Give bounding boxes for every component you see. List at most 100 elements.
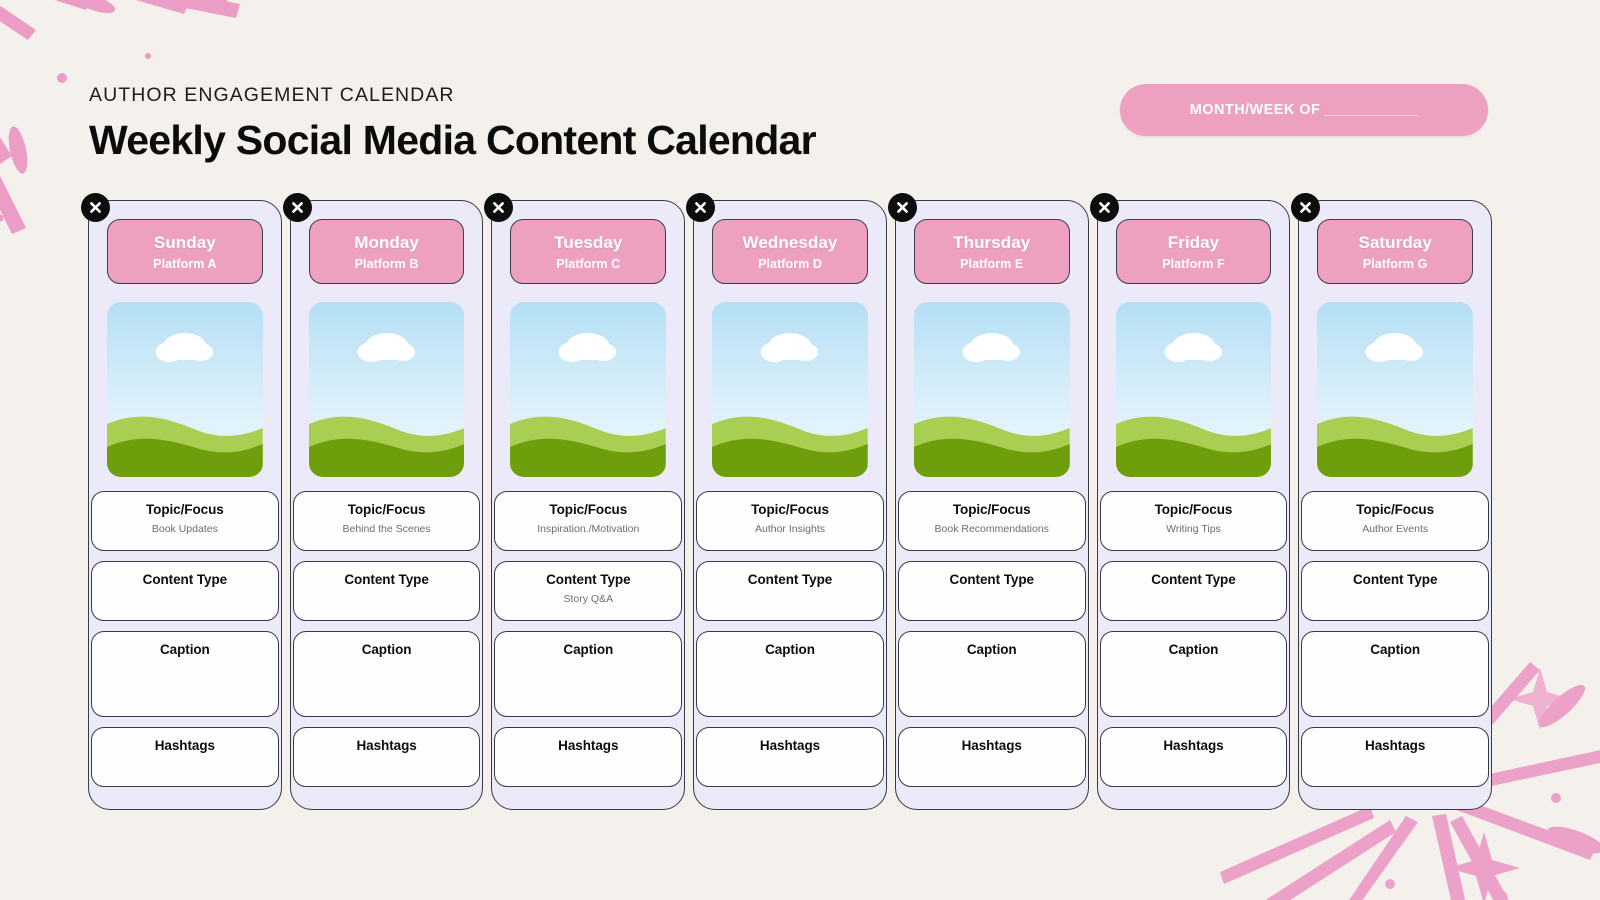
topic-focus-field[interactable]: Topic/Focus Author Events xyxy=(1301,491,1490,551)
topic-focus-value: Book Updates xyxy=(151,523,218,535)
hashtags-label: Hashtags xyxy=(961,738,1022,753)
topic-focus-field[interactable]: Topic/Focus Book Updates xyxy=(91,491,279,551)
caption-field[interactable]: Caption xyxy=(91,631,279,717)
caption-label: Caption xyxy=(765,642,815,657)
topic-focus-field[interactable]: Topic/Focus Behind the Scenes xyxy=(292,491,481,551)
post-image-placeholder[interactable] xyxy=(913,302,1070,477)
caption-label: Caption xyxy=(563,642,614,657)
topic-focus-value: Author Events xyxy=(1362,523,1429,535)
day-fields: Topic/Focus Author Insights Content Type… xyxy=(694,491,886,787)
content-type-field[interactable]: Content Type xyxy=(292,561,481,621)
topic-focus-label: Topic/Focus xyxy=(549,502,628,517)
landscape-placeholder-image xyxy=(712,302,868,477)
hashtags-field[interactable]: Hashtags xyxy=(696,727,884,787)
content-type-label: Content Type xyxy=(142,572,228,587)
day-fields: Topic/Focus Book Updates Content Type Ca… xyxy=(89,491,281,787)
header-eyebrow: AUTHOR ENGAGEMENT CALENDAR xyxy=(89,84,455,106)
day-header: Sunday Platform A xyxy=(107,219,263,284)
landscape-placeholder-image xyxy=(913,302,1070,477)
caption-field[interactable]: Caption xyxy=(897,631,1086,717)
content-type-label: Content Type xyxy=(747,572,833,587)
content-type-field[interactable]: Content Type xyxy=(1301,561,1490,621)
close-icon[interactable] xyxy=(1089,193,1119,222)
close-icon[interactable] xyxy=(282,193,312,222)
post-image-placeholder[interactable] xyxy=(1317,302,1474,477)
post-image-placeholder[interactable] xyxy=(107,302,263,477)
page-header: AUTHOR ENGAGEMENT CALENDAR Weekly Social… xyxy=(89,84,817,164)
hashtags-field[interactable]: Hashtags xyxy=(1099,727,1288,787)
topic-focus-label: Topic/Focus xyxy=(1356,502,1435,517)
topic-focus-value: Writing Tips xyxy=(1166,523,1221,535)
hashtags-label: Hashtags xyxy=(1163,738,1224,753)
topic-focus-value: Author Insights xyxy=(754,523,826,535)
day-header: Wednesday Platform D xyxy=(712,219,868,284)
day-name: Sunday xyxy=(153,232,216,252)
close-icon[interactable] xyxy=(887,193,917,222)
page-title: Weekly Social Media Content Calendar xyxy=(89,117,817,163)
day-card[interactable]: Sunday Platform A Topic/Focus Book Updat… xyxy=(81,193,282,810)
month-week-pill[interactable]: MONTH/WEEK OF ___________ xyxy=(1120,84,1488,136)
day-header: Thursday Platform E xyxy=(913,219,1070,284)
platform-label: Platform D xyxy=(758,256,822,271)
close-icon[interactable] xyxy=(484,193,514,222)
caption-label: Caption xyxy=(1370,642,1421,657)
hashtags-field[interactable]: Hashtags xyxy=(1301,727,1490,787)
topic-focus-field[interactable]: Topic/Focus Inspiration./Motivation xyxy=(494,491,683,551)
caption-field[interactable]: Caption xyxy=(494,631,683,717)
hashtags-label: Hashtags xyxy=(154,738,215,753)
close-icon[interactable] xyxy=(81,193,110,222)
platform-label: Platform B xyxy=(354,256,419,271)
topic-focus-label: Topic/Focus xyxy=(952,502,1031,517)
caption-field[interactable]: Caption xyxy=(696,631,884,717)
landscape-placeholder-image xyxy=(308,302,465,477)
hashtags-label: Hashtags xyxy=(759,738,821,753)
day-name: Wednesday xyxy=(742,232,838,252)
post-image-placeholder[interactable] xyxy=(1115,302,1272,477)
content-type-field[interactable]: Content Type xyxy=(1099,561,1288,621)
hashtags-field[interactable]: Hashtags xyxy=(897,727,1086,787)
day-card[interactable]: Friday Platform F Topic/Focus Writing Ti… xyxy=(1089,193,1291,810)
post-image-placeholder[interactable] xyxy=(712,302,868,477)
topic-focus-field[interactable]: Topic/Focus Writing Tips xyxy=(1099,491,1288,551)
platform-label: Platform C xyxy=(556,256,621,271)
caption-label: Caption xyxy=(159,642,210,657)
caption-label: Caption xyxy=(966,642,1017,657)
hashtags-field[interactable]: Hashtags xyxy=(494,727,683,787)
hashtags-field[interactable]: Hashtags xyxy=(91,727,279,787)
topic-focus-field[interactable]: Topic/Focus Book Recommendations xyxy=(897,491,1086,551)
content-type-field[interactable]: Content Type xyxy=(696,561,884,621)
hashtags-field[interactable]: Hashtags xyxy=(292,727,481,787)
close-icon[interactable] xyxy=(1291,193,1321,222)
post-image-placeholder[interactable] xyxy=(510,302,667,477)
day-header: Monday Platform B xyxy=(308,219,465,284)
landscape-placeholder-image xyxy=(1317,302,1474,477)
platform-label: Platform F xyxy=(1162,256,1225,271)
day-card[interactable]: Monday Platform B Topic/Focus Behind the… xyxy=(282,193,484,810)
content-type-field[interactable]: Content Type Story Q&A xyxy=(494,561,683,621)
landscape-placeholder-image xyxy=(510,302,667,477)
topic-focus-field[interactable]: Topic/Focus Author Insights xyxy=(696,491,884,551)
caption-field[interactable]: Caption xyxy=(1301,631,1490,717)
hashtags-label: Hashtags xyxy=(558,738,619,753)
post-image-placeholder[interactable] xyxy=(308,302,465,477)
caption-field[interactable]: Caption xyxy=(1099,631,1288,717)
day-fields: Topic/Focus Writing Tips Content Type Ca… xyxy=(1098,491,1290,787)
day-fields: Topic/Focus Behind the Scenes Content Ty… xyxy=(291,491,483,787)
platform-label: Platform G xyxy=(1362,256,1428,271)
content-type-label: Content Type xyxy=(949,572,1035,587)
day-card[interactable]: Saturday Platform G Topic/Focus Author E… xyxy=(1291,193,1493,810)
day-name: Tuesday xyxy=(554,232,623,252)
content-type-label: Content Type xyxy=(1352,572,1438,587)
content-type-value: Story Q&A xyxy=(563,593,614,605)
day-header: Friday Platform F xyxy=(1115,219,1272,284)
close-icon[interactable] xyxy=(686,193,716,222)
day-card[interactable]: Wednesday Platform D Topic/Focus Author … xyxy=(686,193,887,810)
content-type-field[interactable]: Content Type xyxy=(897,561,1086,621)
content-type-label: Content Type xyxy=(344,572,429,587)
day-card[interactable]: Tuesday Platform C Topic/Focus Inspirati… xyxy=(484,193,686,810)
day-card[interactable]: Thursday Platform E Topic/Focus Book Rec… xyxy=(887,193,1089,810)
hashtags-label: Hashtags xyxy=(356,738,417,753)
topic-focus-label: Topic/Focus xyxy=(751,502,829,517)
content-type-field[interactable]: Content Type xyxy=(91,561,279,621)
caption-field[interactable]: Caption xyxy=(292,631,481,717)
